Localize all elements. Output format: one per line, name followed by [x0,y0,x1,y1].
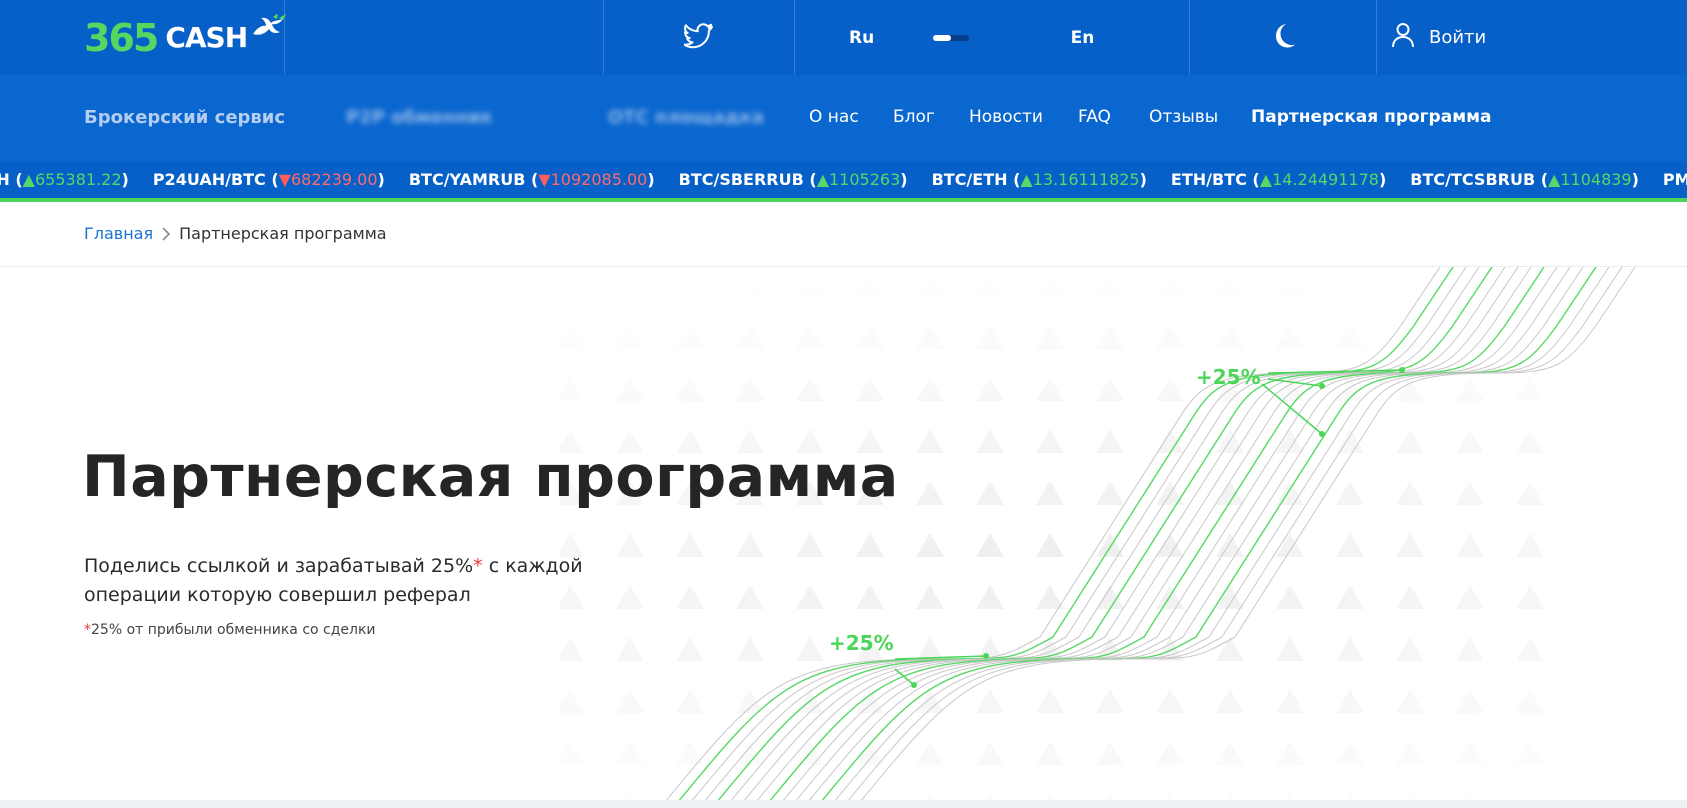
arrow-down-icon: ▼ [278,170,291,189]
logo-word: CASH [165,21,248,54]
lang-toggle[interactable] [933,34,969,41]
footnote-star: * [84,622,91,638]
lang-ru[interactable]: Ru [795,0,926,75]
ticker-value: 1092085.00 [550,170,648,189]
ticker-item: BTC/ETH (▲13.16111825) [931,170,1147,189]
hero-description: Поделись ссылкой и зарабатывай 25%* с ка… [84,552,604,610]
twitter-link[interactable] [604,0,795,75]
ticker-pair: BTC/SBERRUB [678,170,804,189]
twitter-icon [683,22,714,53]
nav-about[interactable]: О нас [809,107,859,127]
dove-icon [249,12,289,48]
login-label: Войти [1429,27,1487,48]
ticker-item: AH (▲655381.22) [0,170,129,189]
breadcrumb: Главная Партнерская программа [84,224,387,243]
hero-desc-part1: Поделись ссылкой и зарабатывай 25% [84,555,474,577]
ticker-pair: BTC/ETH [931,170,1008,189]
ticker-pair: AH [0,170,10,189]
lang-switch[interactable] [926,0,976,75]
toggle-knob [933,34,951,41]
ticker-value: 1104839 [1560,170,1632,189]
ticker-pair: P24UAH/BTC [152,170,266,189]
top-bar: 365 CASH Ru En Войти [0,0,1687,75]
nav-news[interactable]: Новости [969,107,1043,127]
arrow-up-icon: ▲ [1020,170,1033,189]
nav-blog[interactable]: Блог [893,107,935,127]
topbar-spacer [285,0,604,75]
theme-toggle[interactable] [1190,0,1377,75]
badge-bottom: +25% [829,631,894,655]
arrow-up-icon: ▲ [816,170,829,189]
nav-broker-service[interactable]: Брокерский сервис [84,107,285,128]
ticker-row: AH (▲655381.22) P24UAH/BTC (▼682239.00) BT… [0,170,1687,189]
ticker-item: BTC/SBERRUB (▲1105263) [678,170,908,189]
ticker-value: 13.16111825 [1032,170,1140,189]
badge-top: +25% [1196,365,1261,389]
nav-otc-platform[interactable]: OTC площадка [608,107,764,128]
bottom-band [0,800,1687,808]
login-button[interactable]: Войти [1377,0,1687,75]
ticker-pair: PMUSD/BTC [1662,170,1687,189]
nav-faq[interactable]: FAQ [1078,107,1111,127]
moon-icon [1269,22,1297,54]
chevron-right-icon [161,226,171,242]
ticker-item: PMUSD/BTC ( [1663,170,1687,189]
rates-ticker: AH (▲655381.22) P24UAH/BTC (▼682239.00) BT… [0,161,1687,202]
nav-partner-program[interactable]: Партнерская программа [1251,107,1491,127]
ticker-pair: BTC/YAMRUB [408,170,526,189]
hero-footnote: *25% от прибыли обменника со сделки [84,622,376,638]
ticker-item: BTC/YAMRUB (▼1092085.00) [408,170,655,189]
arrow-up-icon: ▲ [1259,170,1273,189]
logo-cell: 365 CASH [0,0,287,75]
ticker-item: P24UAH/BTC (▼682239.00) [152,170,385,189]
arrow-up-icon: ▲ [1548,170,1561,189]
ticker-value: 655381.22 [34,170,122,189]
ticker-pair: BTC/TCSBRUB [1410,170,1536,189]
ticker-item: BTC/TCSBRUB (▲1104839) [1410,170,1639,189]
page-title: Партнерская программа [82,444,899,510]
breadcrumb-current: Партнерская программа [179,224,387,243]
nav-p2p-exchanger[interactable]: P2P обменник [346,107,493,128]
ticker-item: ETH/BTC (▲14.24491178) [1170,170,1387,189]
ticker-value: 1105263 [829,170,901,189]
hero-illustration: +25% +25% [560,267,1636,808]
breadcrumb-home[interactable]: Главная [84,224,153,243]
logo[interactable]: 365 CASH [84,12,289,60]
hero-desc-star: * [473,555,483,577]
main-nav: Брокерский сервис P2P обменник OTC площа… [0,75,1687,161]
ticker-pair: ETH/BTC [1170,170,1247,189]
nav-reviews[interactable]: Отзывы [1149,107,1218,127]
lang-en[interactable]: En [976,0,1190,75]
arrow-down-icon: ▼ [538,170,551,189]
ticker-value: 14.24491178 [1272,170,1379,189]
arrow-up-icon: ▲ [22,170,35,189]
footnote-text: 25% от прибыли обменника со сделки [91,622,376,638]
ticker-value: 682239.00 [291,170,378,189]
user-icon [1391,22,1415,53]
logo-number: 365 [84,15,159,60]
